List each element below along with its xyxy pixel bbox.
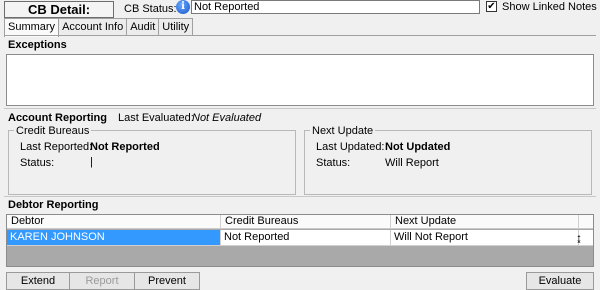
report-button[interactable]: Report <box>69 272 135 290</box>
last-updated-value: Not Updated <box>385 141 451 153</box>
next-update-status-value: Will Report <box>385 157 439 169</box>
evaluate-button[interactable]: Evaluate <box>526 272 594 290</box>
tab-audit[interactable]: Audit <box>126 18 160 36</box>
cb-status-field: Not Reported <box>191 0 480 14</box>
divider <box>4 196 596 197</box>
debtor-reporting-label: Debtor Reporting <box>8 199 99 211</box>
credit-bureaus-group-title: Credit Bureaus <box>14 125 92 137</box>
extend-button[interactable]: Extend <box>6 272 70 290</box>
divider <box>4 108 596 109</box>
info-icon[interactable]: i <box>176 0 190 14</box>
cell-debtor[interactable]: KAREN JOHNSON <box>7 230 221 246</box>
show-linked-notes-label[interactable]: Show Linked Notes <box>502 1 597 13</box>
last-evaluated-label: Last Evaluated: <box>118 112 194 124</box>
exceptions-box[interactable] <box>6 54 594 106</box>
prevent-button[interactable]: Prevent <box>134 272 200 290</box>
last-reported-value: Not Reported <box>90 141 160 153</box>
column-header-credit-bureaus[interactable]: Credit Bureaus <box>221 215 391 229</box>
account-reporting-label: Account Reporting <box>8 112 107 124</box>
grid-header: Debtor Credit Bureaus Next Update <box>7 215 593 229</box>
cb-status-label: CB Status: <box>124 3 177 15</box>
column-header-debtor[interactable]: Debtor <box>7 215 221 229</box>
show-linked-notes-checkbox[interactable]: ✔ <box>486 1 497 12</box>
cb-detail-title: CB Detail: <box>4 1 114 18</box>
debtor-grid[interactable]: Debtor Credit Bureaus Next Update KAREN … <box>6 214 594 267</box>
last-reported-label: Last Reported: <box>20 141 93 153</box>
table-row[interactable]: KAREN JOHNSON Not Reported Will Not Repo… <box>7 230 593 246</box>
tab-account-info[interactable]: Account Info <box>58 18 128 36</box>
cell-credit-bureaus[interactable]: Not Reported <box>221 230 391 246</box>
tab-underline <box>4 35 596 36</box>
column-header-next-update[interactable]: Next Update <box>391 215 579 229</box>
next-update-group-title: Next Update <box>310 125 376 137</box>
tab-utility[interactable]: Utility <box>158 18 194 36</box>
last-evaluated-value: Not Evaluated <box>192 112 262 124</box>
tab-bar: Summary Account Info Audit Utility <box>4 18 194 37</box>
cb-status-row-value: | <box>90 156 93 168</box>
next-update-status-label: Status: <box>316 157 351 169</box>
last-updated-label: Last Updated: <box>316 141 385 153</box>
cell-next-update[interactable]: Will Not Report <box>391 230 579 246</box>
resize-cursor-icon: ↨ <box>576 231 582 245</box>
cb-status-row-label: Status: <box>20 157 55 169</box>
exceptions-label: Exceptions <box>8 39 67 51</box>
